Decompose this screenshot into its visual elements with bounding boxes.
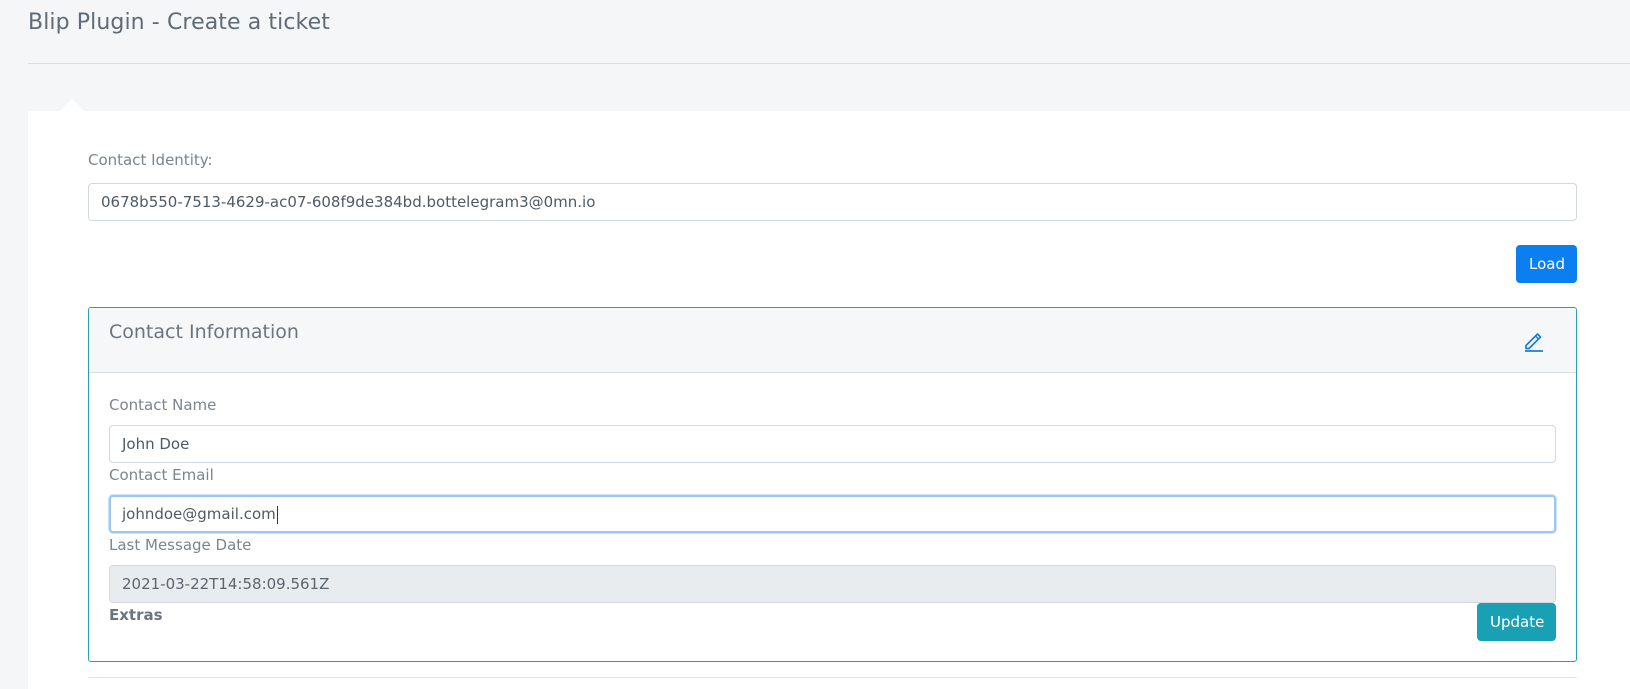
text-caret bbox=[276, 505, 278, 524]
contact-email-value: johndoe@gmail.com bbox=[122, 505, 276, 523]
contact-email-input[interactable]: johndoe@gmail.com bbox=[109, 495, 1556, 533]
contact-name-label: Contact Name bbox=[109, 396, 217, 414]
load-button[interactable]: Load bbox=[1516, 245, 1577, 283]
contact-name-input[interactable]: John Doe bbox=[109, 425, 1556, 463]
last-message-date-label: Last Message Date bbox=[109, 536, 252, 554]
pencil-icon[interactable] bbox=[1522, 328, 1546, 352]
panel-title: Contact Information bbox=[109, 321, 299, 343]
page-title: Blip Plugin - Create a ticket bbox=[28, 10, 330, 35]
extras-label: Extras bbox=[109, 606, 163, 624]
update-button[interactable]: Update bbox=[1477, 603, 1556, 641]
contact-email-label: Contact Email bbox=[109, 466, 214, 484]
contact-identity-label: Contact Identity: bbox=[88, 151, 213, 169]
last-message-date-input: 2021-03-22T14:58:09.561Z bbox=[109, 565, 1556, 603]
bottom-divider bbox=[88, 677, 1577, 678]
contact-identity-input[interactable]: 0678b550-7513-4629-ac07-608f9de384bd.bot… bbox=[88, 183, 1577, 221]
contact-information-panel: Contact Information Contact Name John Do… bbox=[88, 307, 1577, 662]
panel-header: Contact Information bbox=[89, 308, 1576, 373]
title-divider bbox=[28, 63, 1630, 64]
card-notch bbox=[60, 99, 84, 111]
